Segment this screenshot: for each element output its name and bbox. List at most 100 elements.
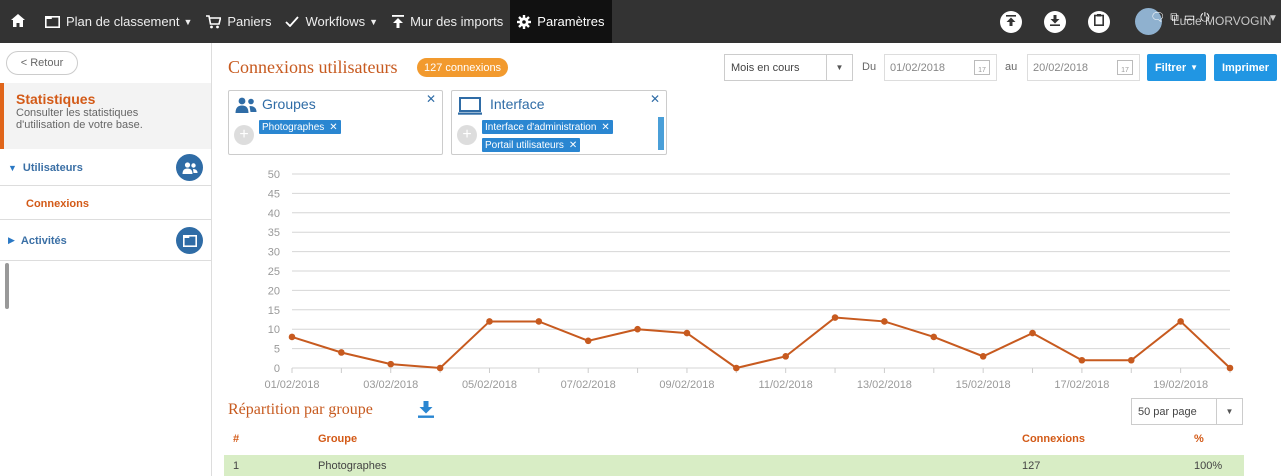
window-icon[interactable]: ⧉ [1170, 10, 1179, 25]
sidebar-item-connexions[interactable]: Connexions [0, 189, 211, 220]
x-axis-ticks: 01/02/2018 03/02/2018 05/02/2018 07/02/2018… [264, 368, 1231, 391]
cell-groupe: Photographes [318, 460, 387, 472]
data-point [1177, 318, 1184, 325]
caret-down-icon: ▼ [8, 162, 17, 173]
data-point [683, 329, 691, 337]
print-button[interactable]: Imprimer [1214, 54, 1277, 81]
data-point [634, 325, 641, 333]
tag-label: Portail utilisateurs [485, 139, 564, 151]
sidebar: < Retour Statistiques Consulter les stat… [0, 43, 212, 476]
nav-workflows[interactable]: Workflows ▼ [278, 0, 385, 43]
data-point [387, 360, 395, 368]
sidebar-item-activites[interactable]: ▶ Activités [0, 221, 211, 261]
chevron-down-icon: ▼ [369, 16, 379, 27]
column-header-index[interactable]: # [233, 433, 239, 445]
page-size-select[interactable]: 50 par page ▼ [1131, 398, 1243, 425]
y-tick-label: 35 [268, 227, 280, 239]
data-point [831, 314, 839, 321]
back-button[interactable]: < Retour [6, 51, 78, 75]
close-icon[interactable]: ✕ [426, 92, 436, 106]
chevron-down-icon: ▼ [1216, 399, 1242, 424]
download-icon[interactable] [418, 401, 434, 423]
chevron-down-icon[interactable]: ▼ [1268, 13, 1278, 24]
caret-right-icon: ▶ [8, 235, 15, 245]
to-label: au [1005, 61, 1018, 73]
data-point [881, 318, 888, 325]
x-tick-label: 17/02/2018 [1054, 379, 1109, 391]
y-tick-label: 30 [268, 247, 280, 259]
tag-label: Photographes [262, 121, 325, 133]
from-label: Du [862, 61, 877, 73]
x-tick-label: 01/02/2018 [264, 379, 319, 391]
close-icon[interactable]: ✕ [650, 92, 660, 106]
sidebar-scrollbar[interactable] [5, 263, 9, 309]
sidebar-description: Consulter les statistiques d'utilisation… [16, 107, 143, 131]
calendar-icon[interactable]: 17 [1117, 60, 1133, 75]
add-interface-button[interactable]: + [457, 125, 477, 145]
remove-tag-icon[interactable]: ✕ [569, 140, 577, 151]
data-point [486, 318, 493, 325]
sidebar-title: Statistiques [16, 91, 96, 107]
clipboard-icon [1094, 14, 1104, 29]
nav-label: Paramètres [537, 14, 605, 29]
connexions-count-badge: 127 connexions [417, 58, 509, 77]
nav-mur-des-imports[interactable]: Mur des imports [385, 0, 510, 43]
sidebar-item-utilisateurs[interactable]: ▼ Utilisateurs [0, 150, 211, 186]
topbar-actions [1000, 0, 1132, 43]
add-group-button[interactable]: + [234, 125, 254, 145]
nav-parametres[interactable]: Paramètres [510, 0, 612, 43]
chevron-down-icon: ▼ [1190, 63, 1199, 72]
calendar-icon[interactable]: 17 [974, 60, 990, 75]
remove-tag-icon[interactable]: ✕ [329, 122, 337, 133]
to-date-input[interactable]: 20/02/2018 17 [1027, 54, 1140, 81]
remove-tag-icon[interactable]: ✕ [601, 122, 609, 133]
nav-plan-de-classement[interactable]: Plan de classement ▼ [38, 0, 199, 43]
top-navbar: Plan de classement ▼ Paniers Workflows ▼… [0, 0, 1281, 43]
users-icon [176, 154, 203, 181]
data-point [979, 353, 987, 360]
cell-index: 1 [233, 460, 240, 472]
y-tick-label: 45 [268, 188, 280, 200]
data-point [1226, 364, 1234, 372]
column-header-percent[interactable]: % [1194, 433, 1204, 445]
home-button[interactable] [0, 0, 32, 43]
data-point [436, 364, 444, 372]
nav-label: Paniers [227, 14, 272, 29]
data-point [584, 337, 592, 345]
y-tick-label: 15 [268, 305, 280, 317]
period-value: Mois en cours [731, 61, 800, 74]
check-icon [285, 16, 300, 27]
upload-icon [1006, 14, 1016, 29]
data-point [288, 333, 296, 341]
home-icon [11, 13, 25, 30]
column-header-connexions[interactable]: Connexions [1022, 433, 1085, 445]
upload-icon [392, 15, 405, 28]
data-point [733, 364, 740, 372]
monitor-icon[interactable]: ▭ [1184, 10, 1195, 25]
folder-icon [176, 227, 203, 254]
sidebar-item-label: Utilisateurs [22, 161, 83, 174]
clipboard-button[interactable] [1088, 10, 1110, 33]
users-icon [235, 97, 257, 118]
x-tick-label: 03/02/2018 [363, 379, 418, 391]
x-tick-label: 13/02/2018 [857, 379, 912, 391]
data-point [338, 349, 345, 356]
from-date-input[interactable]: 01/02/2018 17 [884, 54, 997, 81]
group-tag: Photographes ✕ [259, 120, 341, 134]
filter-button[interactable]: Filtrer ▼ [1147, 54, 1206, 81]
page-title: Connexions utilisateurs [228, 57, 398, 77]
nav-paniers[interactable]: Paniers [199, 0, 278, 43]
connexions-line-chart: 0 5 10 15 20 25 30 35 40 45 50 01/02/2018 03/02/201… [264, 169, 1234, 391]
chevron-down-icon: ▼ [826, 55, 852, 80]
x-tick-label: 07/02/2018 [561, 379, 616, 391]
comment-icon[interactable]: 🗨 [1150, 10, 1165, 25]
period-select[interactable]: Mois en cours ▼ [724, 54, 853, 81]
to-date-value: 20/02/2018 [1033, 61, 1089, 74]
power-icon[interactable]: ⏻ [1200, 10, 1210, 25]
download-button[interactable] [1044, 10, 1066, 33]
upload-button[interactable] [1000, 10, 1022, 33]
cell-connexions: 127 [1022, 460, 1041, 472]
column-header-groupe[interactable]: Groupe [318, 433, 357, 445]
tags-scrollbar[interactable] [658, 117, 664, 150]
chevron-down-icon: ▼ [183, 16, 193, 27]
